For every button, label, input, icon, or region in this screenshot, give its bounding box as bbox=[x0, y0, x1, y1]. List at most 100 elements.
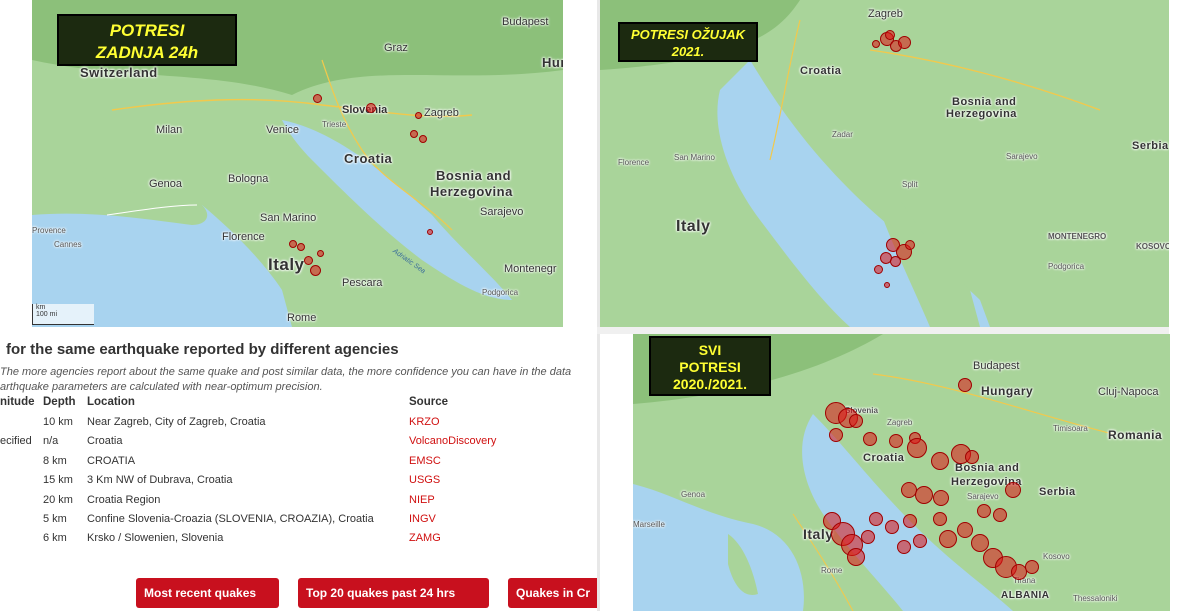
quake-marker[interactable] bbox=[829, 428, 843, 442]
quake-marker[interactable] bbox=[903, 514, 917, 528]
cell-source[interactable]: EMSC bbox=[409, 455, 441, 467]
label-bologna: Bologna bbox=[228, 173, 269, 185]
quake-marker[interactable] bbox=[907, 438, 927, 458]
cell-depth: 8 km bbox=[43, 454, 67, 467]
quake-marker[interactable] bbox=[874, 265, 883, 274]
top-20-quakes-button[interactable]: Top 20 quakes past 24 hrs bbox=[298, 578, 489, 608]
label-switzerland: Switzerland bbox=[80, 65, 158, 80]
map2-badge-line1: POTRESI OŽUJAK bbox=[630, 27, 746, 42]
quake-marker[interactable] bbox=[884, 282, 890, 288]
cell-source[interactable]: INGV bbox=[409, 513, 436, 525]
quake-marker[interactable] bbox=[913, 534, 927, 548]
scale-km: km bbox=[36, 304, 46, 311]
panel-title: for the same earthquake reported by diff… bbox=[6, 341, 399, 358]
label-croatia: Croatia bbox=[863, 452, 905, 464]
quake-marker[interactable] bbox=[931, 452, 949, 470]
quake-marker[interactable] bbox=[304, 256, 313, 265]
cell-source[interactable]: ZAMG bbox=[409, 532, 441, 544]
quake-marker[interactable] bbox=[427, 229, 433, 235]
label-san-marino: San Marino bbox=[674, 153, 715, 162]
label-florence: Florence bbox=[618, 158, 650, 167]
label-budapest: Budapest bbox=[502, 16, 549, 28]
quake-marker[interactable] bbox=[847, 548, 865, 566]
label-split: Split bbox=[902, 180, 918, 189]
label-rome: Rome bbox=[287, 312, 317, 324]
quake-marker[interactable] bbox=[313, 94, 322, 103]
panel-desc-line1: The more agencies report about the same … bbox=[0, 366, 572, 378]
cell-location: Near Zagreb, City of Zagreb, Croatia bbox=[87, 416, 266, 428]
label-zagreb: Zagreb bbox=[868, 8, 903, 20]
label-trieste: Trieste bbox=[322, 120, 347, 129]
map-all-2020-2021[interactable]: SVI POTRESI 2020./2021. Budapest Hungary… bbox=[633, 334, 1170, 611]
map1-badge-line1: POTRESI bbox=[109, 21, 185, 40]
quake-marker[interactable] bbox=[310, 265, 321, 276]
map1-scale: km 100 mi bbox=[32, 304, 94, 325]
quake-marker[interactable] bbox=[915, 486, 933, 504]
quake-marker[interactable] bbox=[1005, 482, 1021, 498]
quake-marker[interactable] bbox=[885, 30, 895, 40]
quake-marker[interactable] bbox=[885, 520, 899, 534]
label-timisoara: Timisoara bbox=[1053, 424, 1088, 433]
cell-location: Croatia bbox=[87, 435, 123, 448]
quake-marker[interactable] bbox=[939, 530, 957, 548]
quake-marker[interactable] bbox=[289, 240, 297, 248]
quake-marker[interactable] bbox=[958, 378, 972, 392]
quakes-in-croatia-button[interactable]: Quakes in Cr bbox=[508, 578, 597, 608]
most-recent-quakes-button[interactable]: Most recent quakes bbox=[136, 578, 279, 608]
map3-badge-line3: 2020./2021. bbox=[673, 376, 747, 392]
cell-depth: 6 km bbox=[43, 532, 67, 545]
quake-marker[interactable] bbox=[889, 434, 903, 448]
quake-marker[interactable] bbox=[861, 530, 875, 544]
cell-source[interactable]: NIEP bbox=[409, 494, 435, 506]
quake-marker[interactable] bbox=[317, 250, 324, 257]
label-genoa: Genoa bbox=[149, 178, 183, 190]
quake-marker[interactable] bbox=[897, 540, 911, 554]
quake-marker[interactable] bbox=[410, 130, 418, 138]
quake-marker[interactable] bbox=[366, 103, 376, 113]
label-sarajevo: Sarajevo bbox=[967, 492, 999, 501]
quake-marker[interactable] bbox=[872, 40, 880, 48]
right-edge bbox=[1169, 0, 1200, 334]
label-sarajevo: Sarajevo bbox=[480, 206, 524, 218]
quake-marker[interactable] bbox=[977, 504, 991, 518]
quake-marker[interactable] bbox=[297, 243, 305, 251]
quake-marker[interactable] bbox=[898, 36, 911, 49]
label-albania: ALBANIA bbox=[1001, 590, 1050, 601]
label-graz: Graz bbox=[384, 42, 408, 54]
quake-marker[interactable] bbox=[890, 256, 901, 267]
table-row: 6 km Krsko / Slowenien, Slovenia ZAMG bbox=[0, 532, 597, 552]
label-herzegovina: Herzegovina bbox=[946, 108, 1017, 120]
label-provence: Provence bbox=[32, 226, 66, 235]
label-italy: Italy bbox=[676, 218, 711, 235]
quake-marker[interactable] bbox=[905, 240, 915, 250]
label-zadar: Zadar bbox=[832, 130, 853, 139]
label-serbia: Serbia bbox=[1132, 140, 1169, 152]
map-march-2021[interactable]: POTRESI OŽUJAK 2021. Zagreb Croatia Bosn… bbox=[600, 0, 1169, 327]
map3-badge-line1: SVI bbox=[698, 342, 722, 358]
map2-title-badge: POTRESI OŽUJAK 2021. bbox=[618, 22, 758, 62]
map2-badge-line2: 2021. bbox=[671, 44, 705, 59]
table-row: 5 km Confine Slovenia-Croazia (SLOVENIA, … bbox=[0, 513, 597, 533]
quake-marker[interactable] bbox=[933, 512, 947, 526]
cell-depth: 10 km bbox=[43, 416, 73, 428]
map-last-24h[interactable]: POTRESI ZADNJA 24h Switzerland Budapest … bbox=[32, 0, 563, 327]
cell-depth: 15 km bbox=[43, 474, 73, 487]
quake-marker[interactable] bbox=[933, 490, 949, 506]
map1-title-badge: POTRESI ZADNJA 24h bbox=[57, 14, 237, 66]
cell-source[interactable]: USGS bbox=[409, 474, 440, 486]
quake-marker[interactable] bbox=[415, 112, 422, 119]
quake-marker[interactable] bbox=[993, 508, 1007, 522]
cell-source[interactable]: KRZO bbox=[409, 416, 440, 428]
quake-marker[interactable] bbox=[965, 450, 979, 464]
label-hungary: Hungary bbox=[981, 384, 1034, 398]
scale-mi: 100 mi bbox=[36, 311, 58, 318]
quake-marker[interactable] bbox=[419, 135, 427, 143]
quake-marker[interactable] bbox=[869, 512, 883, 526]
quake-marker[interactable] bbox=[863, 432, 877, 446]
quake-marker[interactable] bbox=[957, 522, 973, 538]
label-herzegovina: Herzegovina bbox=[430, 184, 513, 199]
quake-marker[interactable] bbox=[1025, 560, 1039, 574]
cell-source[interactable]: VolcanoDiscovery bbox=[409, 435, 496, 447]
map1-badge-line2: ZADNJA 24h bbox=[95, 43, 199, 62]
quake-marker[interactable] bbox=[849, 414, 863, 428]
